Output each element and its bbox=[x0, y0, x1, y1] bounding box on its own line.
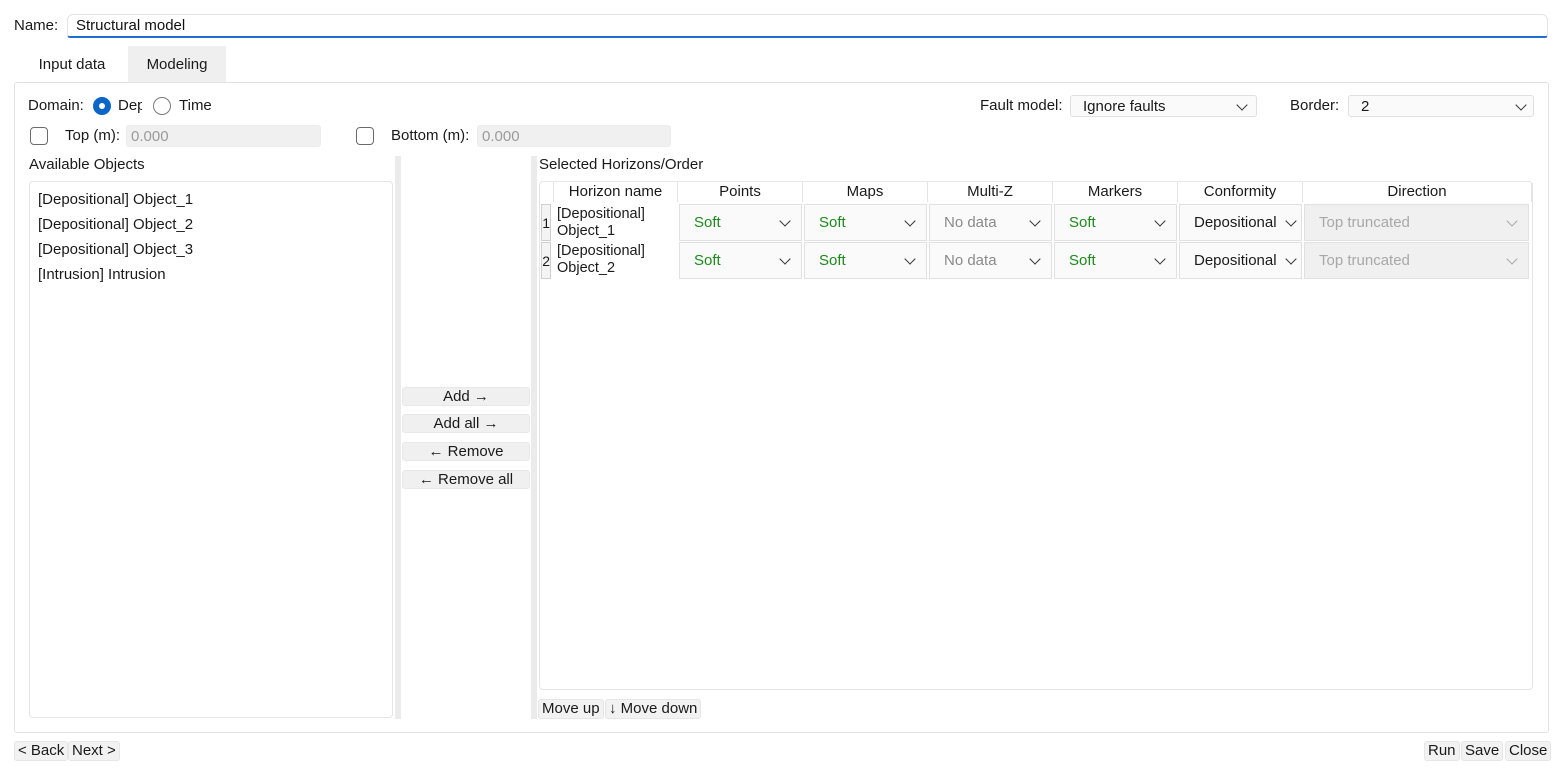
chevron-down-icon bbox=[1029, 215, 1041, 227]
maps-select[interactable]: Soft bbox=[804, 204, 927, 241]
domain-depth-label: Dep bbox=[118, 97, 142, 114]
name-label: Name: bbox=[14, 17, 59, 34]
top-checkbox[interactable] bbox=[30, 127, 48, 145]
list-item[interactable]: [Intrusion] Intrusion bbox=[38, 266, 166, 283]
horizon-type: [Depositional] bbox=[557, 206, 645, 222]
splitter-left[interactable] bbox=[395, 156, 401, 719]
fault-model-label: Fault model: bbox=[980, 97, 1063, 114]
chevron-down-icon bbox=[1029, 253, 1041, 265]
direction-select: Top truncated bbox=[1304, 242, 1529, 279]
domain-label: Domain: bbox=[28, 97, 84, 114]
domain-depth-radio[interactable] bbox=[93, 97, 111, 115]
selected-title: Selected Horizons/Order bbox=[539, 156, 704, 173]
tab-input-data[interactable]: Input data bbox=[16, 46, 128, 82]
run-button[interactable]: Run bbox=[1424, 741, 1460, 761]
conformity-value: Depositional bbox=[1194, 214, 1277, 231]
splitter-right[interactable] bbox=[531, 156, 537, 719]
column-header-direction[interactable]: Direction bbox=[1303, 182, 1532, 202]
maps-value: Soft bbox=[819, 252, 846, 269]
markers-select[interactable]: Soft bbox=[1054, 204, 1177, 241]
horizon-object: Object_1 bbox=[557, 223, 616, 239]
chevron-down-icon bbox=[904, 253, 916, 265]
remove-button[interactable]: ← Remove bbox=[402, 442, 530, 461]
tab-modeling[interactable]: Modeling bbox=[128, 46, 226, 82]
table-row-name: [Depositional] Object_1 bbox=[557, 206, 645, 240]
conformity-select[interactable]: Depositional bbox=[1179, 242, 1302, 279]
bottom-checkbox[interactable] bbox=[356, 127, 374, 145]
top-label: Top (m): bbox=[65, 127, 121, 144]
list-item[interactable]: [Depositional] Object_3 bbox=[38, 241, 193, 258]
close-button[interactable]: Close bbox=[1505, 741, 1552, 761]
column-header-horizon-name[interactable]: Horizon name bbox=[553, 182, 678, 202]
chevron-down-icon bbox=[904, 215, 916, 227]
chevron-down-icon bbox=[1506, 253, 1518, 265]
maps-value: Soft bbox=[819, 214, 846, 231]
chevron-down-icon bbox=[1506, 215, 1518, 227]
markers-value: Soft bbox=[1069, 252, 1096, 269]
chevron-down-icon bbox=[1236, 99, 1248, 111]
chevron-down-icon bbox=[1285, 215, 1297, 227]
list-item[interactable]: [Depositional] Object_2 bbox=[38, 216, 193, 233]
maps-select[interactable]: Soft bbox=[804, 242, 927, 279]
multi-z-select[interactable]: No data bbox=[929, 242, 1052, 279]
row-number: 2 bbox=[541, 242, 551, 279]
chevron-down-icon bbox=[1285, 253, 1297, 265]
column-header-maps[interactable]: Maps bbox=[803, 182, 928, 202]
bottom-input[interactable]: 0.000 bbox=[477, 125, 671, 147]
chevron-down-icon bbox=[779, 253, 791, 265]
direction-select: Top truncated bbox=[1304, 204, 1529, 241]
move-up-button[interactable]: Move up bbox=[538, 699, 604, 719]
chevron-down-icon bbox=[779, 215, 791, 227]
column-header-conformity[interactable]: Conformity bbox=[1178, 182, 1303, 202]
bottom-label: Bottom (m): bbox=[391, 127, 470, 144]
top-input[interactable]: 0.000 bbox=[126, 125, 321, 147]
chevron-down-icon bbox=[1154, 215, 1166, 227]
domain-time-radio[interactable] bbox=[153, 97, 171, 115]
table-row-name: [Depositional] Object_2 bbox=[557, 243, 645, 277]
points-value: Soft bbox=[694, 214, 721, 231]
border-select[interactable]: 2 bbox=[1348, 95, 1534, 117]
fault-model-value: Ignore faults bbox=[1083, 98, 1166, 115]
multi-z-value: No data bbox=[944, 214, 997, 231]
domain-time-label: Time bbox=[179, 97, 212, 114]
next-button[interactable]: Next > bbox=[68, 741, 120, 761]
horizon-object: Object_2 bbox=[557, 260, 616, 276]
points-select[interactable]: Soft bbox=[679, 242, 802, 279]
column-header-multi-z[interactable]: Multi-Z bbox=[928, 182, 1053, 202]
points-select[interactable]: Soft bbox=[679, 204, 802, 241]
multi-z-select[interactable]: No data bbox=[929, 204, 1052, 241]
name-input[interactable] bbox=[67, 14, 1548, 38]
column-header-points[interactable]: Points bbox=[678, 182, 803, 202]
row-number: 1 bbox=[541, 204, 551, 241]
column-header-markers[interactable]: Markers bbox=[1053, 182, 1178, 202]
available-list[interactable]: [Depositional] Object_1 [Depositional] O… bbox=[29, 181, 393, 718]
remove-all-button[interactable]: ← Remove all bbox=[402, 470, 530, 489]
horizon-type: [Depositional] bbox=[557, 243, 645, 259]
points-value: Soft bbox=[694, 252, 721, 269]
add-button[interactable]: Add → bbox=[402, 387, 530, 406]
direction-value: Top truncated bbox=[1319, 252, 1410, 269]
chevron-down-icon bbox=[1154, 253, 1166, 265]
border-value: 2 bbox=[1361, 98, 1370, 115]
move-down-button[interactable]: ↓ Move down bbox=[605, 699, 702, 719]
available-title: Available Objects bbox=[29, 156, 145, 173]
border-label: Border: bbox=[1290, 97, 1340, 114]
conformity-value: Depositional bbox=[1194, 252, 1277, 269]
chevron-down-icon bbox=[1515, 99, 1527, 111]
conformity-select[interactable]: Depositional bbox=[1179, 204, 1302, 241]
save-button[interactable]: Save bbox=[1461, 741, 1504, 761]
list-item[interactable]: [Depositional] Object_1 bbox=[38, 191, 193, 208]
fault-model-select[interactable]: Ignore faults bbox=[1070, 95, 1257, 117]
markers-select[interactable]: Soft bbox=[1054, 242, 1177, 279]
direction-value: Top truncated bbox=[1319, 214, 1410, 231]
add-all-button[interactable]: Add all → bbox=[402, 414, 530, 433]
multi-z-value: No data bbox=[944, 252, 997, 269]
back-button[interactable]: < Back bbox=[14, 741, 69, 761]
markers-value: Soft bbox=[1069, 214, 1096, 231]
